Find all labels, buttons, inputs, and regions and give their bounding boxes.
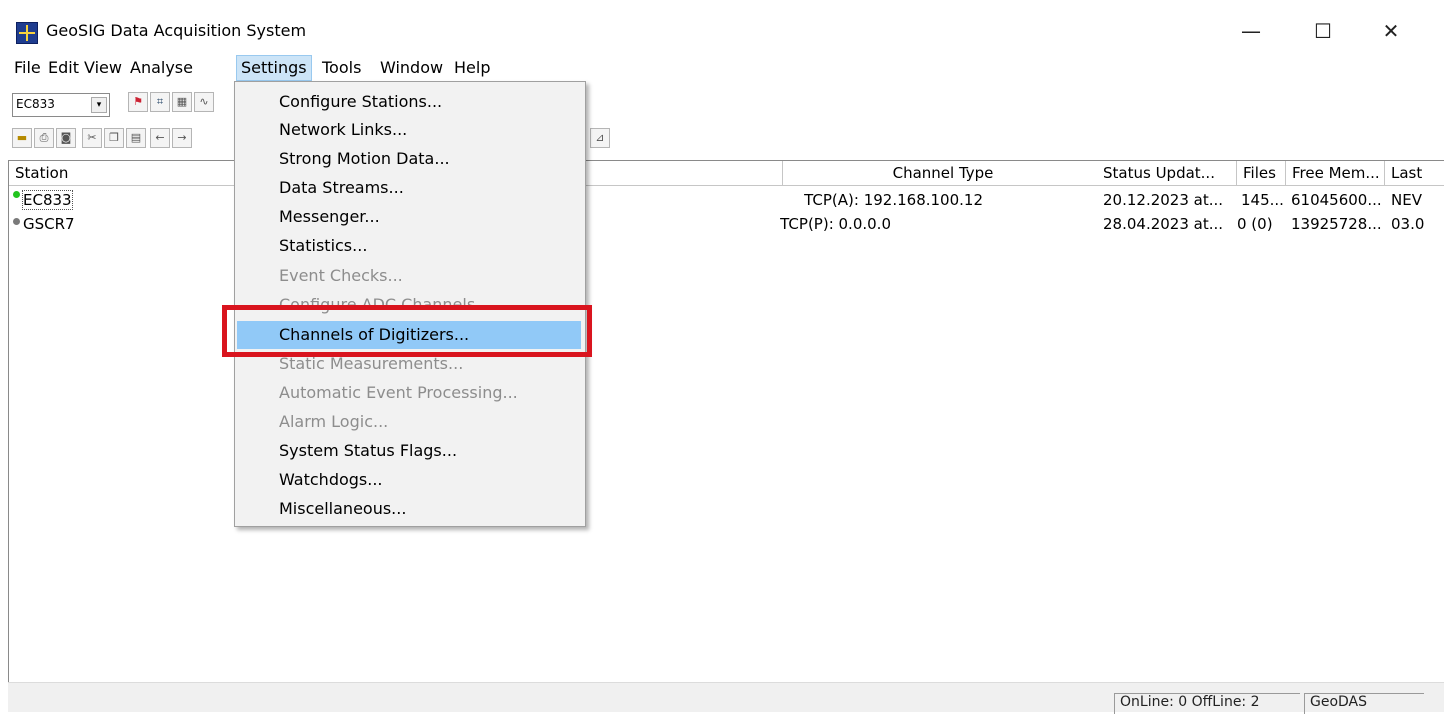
geosig-app-icon (16, 22, 38, 44)
menu-settings[interactable]: Settings (236, 55, 312, 81)
menu-item-statistics[interactable]: Statistics... (237, 232, 581, 260)
menu-item-miscellaneous[interactable]: Miscellaneous... (237, 495, 581, 523)
toolbar-station: EC833 ▾ ⚑ ⌗ ▦ ∿ (0, 86, 240, 120)
close-button[interactable]: ✕ (1368, 14, 1414, 48)
settings-menu: Configure Stations... Network Links... S… (234, 81, 586, 527)
cut-icon[interactable]: ✂ (82, 128, 102, 148)
menu-edit[interactable]: Edit (44, 56, 83, 80)
open-folder-icon[interactable]: ▬ (12, 128, 32, 148)
menu-item-alarm-logic: Alarm Logic... (279, 412, 389, 431)
maximize-button[interactable]: ☐ (1300, 14, 1346, 48)
free-memory: 61045600... (1291, 191, 1382, 209)
chart-icon[interactable]: ⊿ (590, 128, 610, 148)
menu-item-watchdogs[interactable]: Watchdogs... (237, 466, 581, 494)
menu-item-data-streams[interactable]: Data Streams... (237, 174, 581, 202)
minimize-button[interactable]: — (1228, 14, 1274, 48)
title-bar: GeoSIG Data Acquisition System — ☐ ✕ (0, 0, 1444, 52)
offline-status-icon (13, 218, 20, 225)
column-header-status-update[interactable]: Status Updat... (1097, 161, 1237, 186)
menu-item-strong-motion-data[interactable]: Strong Motion Data... (237, 145, 581, 173)
flag-icon[interactable]: ⚑ (128, 92, 148, 112)
files-count: 0 (0) (1237, 215, 1273, 233)
station-list[interactable]: Station Channel Type Status Updat... Fil… (8, 160, 1444, 683)
chevron-down-icon[interactable]: ▾ (91, 97, 107, 113)
column-header-channel-type[interactable]: Channel Type (783, 161, 1104, 186)
menu-tools[interactable]: Tools (318, 56, 365, 80)
files-count: 145... (1241, 191, 1284, 209)
arrow-left-icon[interactable]: ← (150, 128, 170, 148)
column-header-free-memory[interactable]: Free Mem... (1286, 161, 1385, 186)
arrow-right-icon[interactable]: → (172, 128, 192, 148)
menu-item-automatic-event-processing: Automatic Event Processing... (279, 383, 518, 402)
menu-help[interactable]: Help (450, 56, 494, 80)
station-name: GSCR7 (23, 215, 75, 233)
menu-item-event-checks: Event Checks... (279, 266, 403, 285)
menu-item-network-links[interactable]: Network Links... (237, 116, 581, 144)
station-select[interactable]: EC833 ▾ (12, 93, 110, 117)
menu-item-messenger[interactable]: Messenger... (237, 203, 581, 231)
menu-item-system-status-flags[interactable]: System Status Flags... (237, 437, 581, 465)
copy-icon[interactable]: ❐ (104, 128, 124, 148)
status-update: 20.12.2023 at... (1103, 191, 1224, 209)
annotation-highlight-box (222, 305, 592, 357)
last-value: NEV (1391, 191, 1422, 209)
menu-file[interactable]: File (10, 56, 45, 80)
window-title: GeoSIG Data Acquisition System (46, 21, 307, 40)
last-value: 03.0 (1391, 215, 1425, 233)
menu-bar: File Edit View Analyse Settings Tools Wi… (0, 52, 1444, 82)
camera-icon[interactable]: ◙ (56, 128, 76, 148)
print-icon[interactable]: ⎙ (34, 128, 54, 148)
calendar-icon[interactable]: ▦ (172, 92, 192, 112)
menu-analyse[interactable]: Analyse (126, 56, 197, 80)
menu-view[interactable]: View (80, 56, 126, 80)
online-status-icon (13, 191, 20, 198)
station-name: EC833 (22, 190, 73, 210)
column-header-files[interactable]: Files (1237, 161, 1286, 186)
status-bar: OnLine: 0 OffLine: 2 GeoDAS (8, 682, 1444, 714)
main-window: GeoSIG Data Acquisition System — ☐ ✕ Fil… (0, 0, 1444, 714)
free-memory: 13925728... (1291, 215, 1382, 233)
menu-window[interactable]: Window (376, 56, 447, 80)
channel-type: TCP(A): 192.168.100.12 (804, 191, 983, 209)
waveform-icon[interactable]: ∿ (194, 92, 214, 112)
station-select-value: EC833 (16, 97, 55, 111)
channel-type: TCP(P): 0.0.0.0 (780, 215, 891, 233)
status-update: 28.04.2023 at... (1103, 215, 1224, 233)
menu-item-configure-stations[interactable]: Configure Stations... (237, 88, 581, 116)
antenna-icon[interactable]: ⌗ (150, 92, 170, 112)
paste-icon[interactable]: ▤ (126, 128, 146, 148)
column-header-last[interactable]: Last (1385, 161, 1444, 186)
